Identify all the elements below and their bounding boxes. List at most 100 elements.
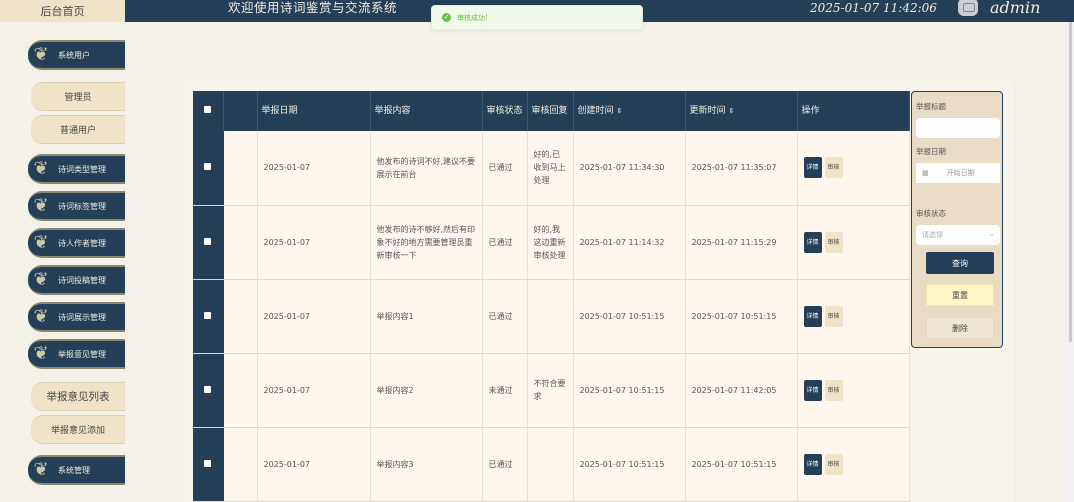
- sidebar-item-reports[interactable]: ❦ 举报意见管理: [28, 339, 125, 369]
- table-header-row: 举报日期 举报内容 审核状态 审核回复 创建时间 ⇕ 更新时间 ⇕ 操作: [193, 91, 910, 131]
- cell-content: 举报内容1: [370, 279, 483, 354]
- sidebar-item-poem-tags[interactable]: ❦ 诗词标签管理: [28, 191, 125, 221]
- cloud-ornament-icon: ❦: [33, 306, 49, 327]
- review-button[interactable]: 审核: [824, 379, 843, 401]
- username[interactable]: admin: [990, 0, 1040, 17]
- cell-created: 2025-01-07 10:51:15: [573, 279, 686, 354]
- current-datetime: 2025-01-07 11:42:06: [810, 1, 937, 15]
- col-updated-time[interactable]: 更新时间 ⇕: [685, 91, 798, 131]
- row-index: [223, 131, 258, 206]
- date-picker[interactable]: ▦ 开始日期: [916, 163, 1000, 183]
- review-button[interactable]: 审核: [824, 157, 843, 179]
- delete-button[interactable]: 删除: [926, 317, 994, 339]
- status-label: 审核状态: [916, 209, 946, 218]
- cell-date: 2025-01-07: [257, 205, 371, 280]
- cell-created: 2025-01-07 10:51:15: [573, 353, 686, 428]
- cell-actions: 详情 审核: [797, 279, 910, 354]
- col-created-time[interactable]: 创建时间 ⇕: [573, 91, 686, 131]
- sort-icon[interactable]: ⇕: [729, 107, 735, 115]
- cell-actions: 详情 审核: [797, 427, 910, 502]
- status-select[interactable]: 请选择 ⌄: [916, 225, 1000, 245]
- app-title: 欢迎使用诗词鉴赏与交流系统: [228, 0, 398, 15]
- col-actions: 操作: [797, 91, 910, 131]
- cell-actions: 详情 审核: [797, 131, 910, 206]
- review-button[interactable]: 审核: [824, 453, 843, 475]
- date-placeholder: 开始日期: [946, 169, 975, 177]
- cell-content: 他发布的诗不够好,然后有印象不好的地方需要管理员重新审核一下: [370, 205, 483, 280]
- row-checkbox[interactable]: [193, 427, 224, 502]
- toast-message: 审核成功!: [457, 13, 488, 22]
- detail-button[interactable]: 详情: [803, 157, 822, 179]
- status-placeholder: 请选择: [922, 231, 943, 239]
- detail-button[interactable]: 详情: [803, 453, 822, 475]
- sidebar-item-label: 诗词类型管理: [58, 164, 106, 174]
- success-toast: ✓ 审核成功!: [431, 5, 643, 30]
- cell-reply: 不符合要求: [527, 353, 574, 428]
- cell-actions: 详情 审核: [797, 353, 910, 428]
- cell-date: 2025-01-07: [257, 131, 371, 206]
- cell-status: 未通过: [482, 353, 528, 428]
- detail-button[interactable]: 详情: [803, 379, 822, 401]
- cell-status: 已通过: [482, 131, 528, 206]
- sidebar-subitem-users[interactable]: 普通用户: [31, 115, 125, 144]
- home-tab[interactable]: 后台首页: [0, 0, 125, 22]
- sidebar-item-submissions[interactable]: ❦ 诗词投稿管理: [28, 265, 125, 295]
- sidebar-item-label: 诗词投稿管理: [58, 275, 106, 285]
- sort-icon[interactable]: ⇕: [617, 107, 623, 115]
- table-row: 2025-01-07 举报内容2 未通过 不符合要求 2025-01-07 10…: [193, 353, 910, 428]
- sidebar-item-label: 系统管理: [58, 465, 90, 475]
- title-input[interactable]: [916, 118, 1000, 138]
- detail-button[interactable]: 详情: [803, 231, 822, 253]
- cloud-ornament-icon: ❦: [33, 158, 49, 179]
- table-row: 2025-01-07 举报内容1 已通过 2025-01-07 10:51:15…: [193, 279, 910, 354]
- row-checkbox[interactable]: [193, 353, 224, 428]
- cloud-ornament-icon: ❦: [33, 269, 49, 290]
- sidebar-subitem-report-add[interactable]: 举报意见添加: [31, 415, 125, 444]
- row-checkbox[interactable]: [193, 205, 224, 280]
- scrollbar-thumb[interactable]: [1069, 22, 1072, 342]
- review-button[interactable]: 审核: [824, 305, 843, 327]
- row-checkbox[interactable]: [193, 131, 224, 206]
- sidebar-item-system[interactable]: ❦ 系统管理: [28, 455, 125, 485]
- reset-button[interactable]: 重置: [926, 284, 994, 306]
- row-checkbox[interactable]: [193, 279, 224, 354]
- detail-button[interactable]: 详情: [803, 305, 822, 327]
- cell-status: 已通过: [482, 205, 528, 280]
- cell-created: 2025-01-07 11:34:30: [573, 131, 686, 206]
- sidebar-item-poets[interactable]: ❦ 诗人作者管理: [28, 228, 125, 258]
- search-panel: 举报标题 举报日期 ▦ 开始日期 审核状态 请选择 ⌄ 查询 重置 删除: [911, 91, 1003, 348]
- cell-content: 举报内容3: [370, 427, 483, 502]
- cell-reply: [527, 279, 574, 354]
- table-row: 2025-01-07 他发布的诗不够好,然后有印象不好的地方需要管理员重新审核一…: [193, 205, 910, 280]
- col-report-content: 举报内容: [370, 91, 483, 131]
- avatar-icon[interactable]: [958, 0, 978, 16]
- sidebar-item-showcase[interactable]: ❦ 诗词展示管理: [28, 302, 125, 332]
- select-all-checkbox[interactable]: [193, 91, 224, 131]
- cell-updated: 2025-01-07 10:51:15: [685, 279, 798, 354]
- row-index: [223, 279, 258, 354]
- cell-reply: 好的,已收到马上处理: [527, 131, 574, 206]
- check-circle-icon: ✓: [442, 13, 451, 22]
- col-report-date: 举报日期: [257, 91, 371, 131]
- sidebar-item-label: 诗词展示管理: [58, 312, 106, 322]
- sidebar-item-label: 系统用户: [58, 50, 90, 60]
- cloud-ornament-icon: ❦: [33, 459, 49, 480]
- table-row: 2025-01-07 他发布的诗词不好,建议不要展示在前台 已通过 好的,已收到…: [193, 131, 910, 206]
- cell-actions: 详情 审核: [797, 205, 910, 280]
- cell-date: 2025-01-07: [257, 353, 371, 428]
- cell-reply: 好的,我这边重新审核处理: [527, 205, 574, 280]
- sidebar-subitem-admin[interactable]: 管理员: [31, 82, 125, 111]
- report-table: 举报日期 举报内容 审核状态 审核回复 创建时间 ⇕ 更新时间 ⇕ 操作 2025-…: [193, 91, 910, 502]
- col-review-reply: 审核回复: [527, 91, 574, 131]
- cell-updated: 2025-01-07 11:42:05: [685, 353, 798, 428]
- sidebar-item-poem-types[interactable]: ❦ 诗词类型管理: [28, 154, 125, 184]
- calendar-icon: ▦: [922, 169, 929, 177]
- cloud-ornament-icon: ❦: [33, 232, 49, 253]
- query-button[interactable]: 查询: [926, 252, 994, 274]
- cell-created: 2025-01-07 11:14:32: [573, 205, 686, 280]
- review-button[interactable]: 审核: [824, 231, 843, 253]
- cell-created: 2025-01-07 10:51:15: [573, 427, 686, 502]
- cloud-ornament-icon: ❦: [33, 343, 49, 364]
- sidebar-subitem-report-list[interactable]: 举报意见列表: [31, 382, 125, 411]
- sidebar-item-system-users[interactable]: ❦ 系统用户: [28, 40, 125, 70]
